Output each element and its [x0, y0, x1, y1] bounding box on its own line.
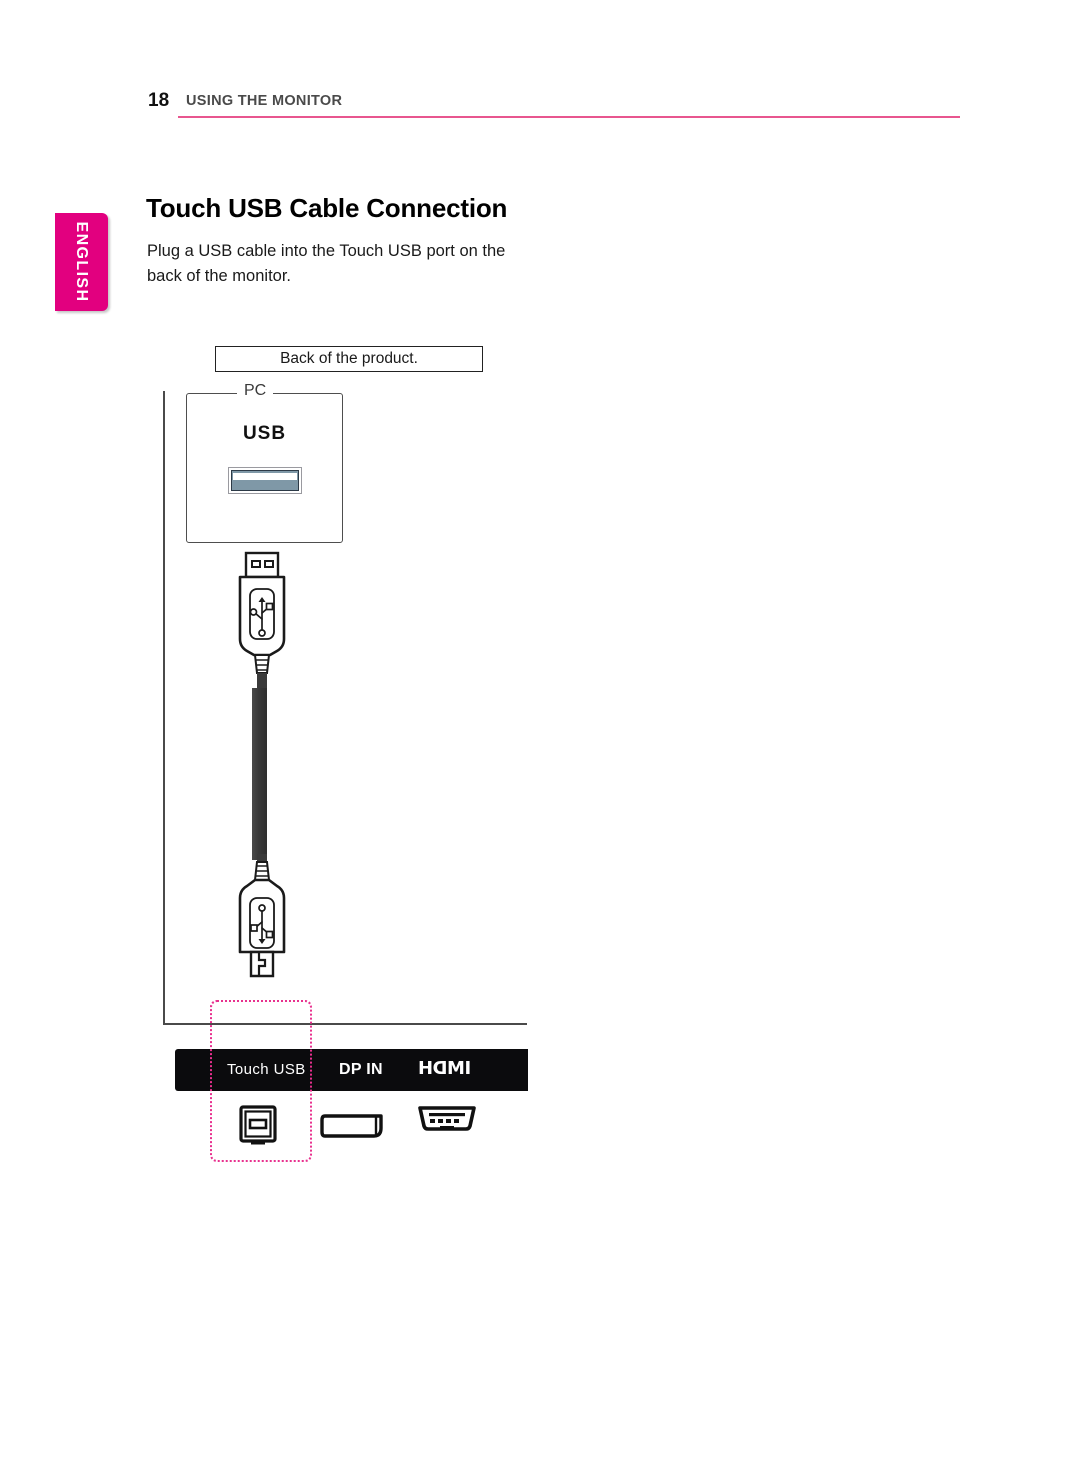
back-of-product-caption-box: Back of the product. — [215, 346, 483, 372]
port-label-dp-in: DP IN — [339, 1061, 383, 1078]
page-number: 18 — [148, 90, 170, 111]
language-tab-english: ENGLISH — [55, 213, 108, 311]
language-tab-label: ENGLISH — [73, 221, 91, 303]
pc-panel-legend: PC — [237, 383, 274, 399]
port-label-hdmi: HDMI — [418, 1058, 471, 1079]
back-of-product-label: Back of the product. — [280, 350, 418, 368]
section-body-text: Plug a USB cable into the Touch USB port… — [147, 241, 506, 285]
hdmi-logo-h: H — [418, 1058, 433, 1079]
usb-b-connector-icon — [238, 854, 286, 978]
hdmi-logo-mi: MI — [447, 1058, 471, 1079]
pc-panel: PC USB — [186, 383, 343, 543]
section-heading: Touch USB Cable Connection — [146, 193, 508, 224]
leader-line-vertical — [163, 391, 165, 1025]
touch-usb-highlight-box — [210, 1000, 312, 1162]
cable-shaft — [252, 688, 267, 860]
page-header: 18 USING THE MONITOR — [148, 90, 960, 124]
usb-port-label: USB — [242, 423, 287, 444]
hdmi-port-icon — [418, 1106, 476, 1131]
usb-a-port-slot — [233, 473, 297, 480]
usb-a-port-icon — [228, 467, 302, 494]
usb-a-port-inner — [231, 470, 299, 491]
hdmi-logo-d: D — [432, 1058, 448, 1079]
header-divider-rule — [178, 116, 960, 118]
header-chapter-title: USING THE MONITOR — [186, 93, 343, 109]
usb-a-connector-icon — [238, 551, 286, 701]
displayport-port-icon — [320, 1114, 383, 1138]
